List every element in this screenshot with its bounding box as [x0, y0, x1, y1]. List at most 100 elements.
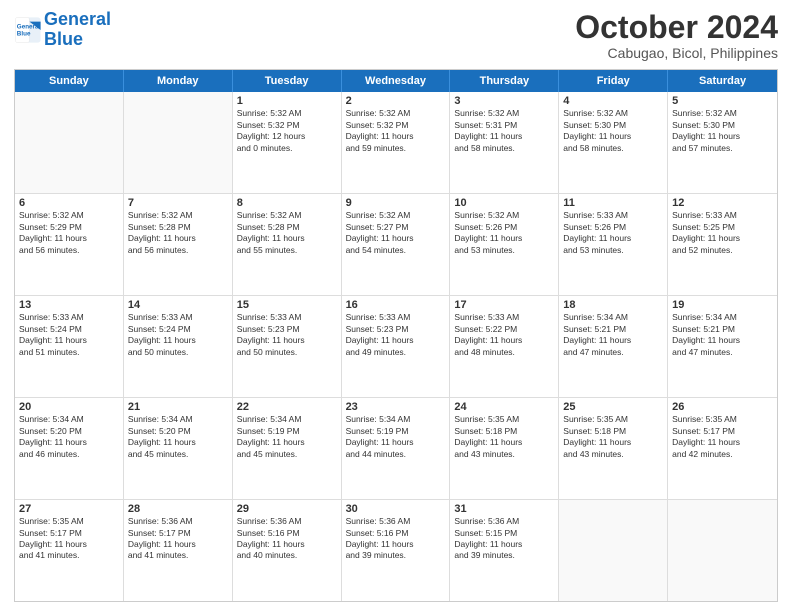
- cell-info-line: Sunrise: 5:32 AM: [454, 210, 554, 221]
- day-number: 24: [454, 401, 554, 413]
- cell-info: Sunrise: 5:33 AMSunset: 5:23 PMDaylight:…: [346, 312, 446, 358]
- day-number: 19: [672, 299, 773, 311]
- cell-info-line: Sunset: 5:29 PM: [19, 222, 119, 233]
- cell-info-line: and 51 minutes.: [19, 347, 119, 358]
- cell-info-line: and 43 minutes.: [454, 449, 554, 460]
- day-number: 27: [19, 503, 119, 515]
- cell-info-line: Daylight: 11 hours: [237, 539, 337, 550]
- calendar-cell: 20Sunrise: 5:34 AMSunset: 5:20 PMDayligh…: [15, 398, 124, 499]
- day-number: 22: [237, 401, 337, 413]
- cell-info-line: and 45 minutes.: [237, 449, 337, 460]
- cell-info-line: Sunset: 5:19 PM: [237, 426, 337, 437]
- cell-info-line: Daylight: 11 hours: [563, 233, 663, 244]
- cell-info: Sunrise: 5:34 AMSunset: 5:20 PMDaylight:…: [19, 414, 119, 460]
- cell-info-line: and 57 minutes.: [672, 143, 773, 154]
- calendar-cell: 3Sunrise: 5:32 AMSunset: 5:31 PMDaylight…: [450, 92, 559, 193]
- cell-info-line: Sunrise: 5:33 AM: [128, 312, 228, 323]
- calendar-cell: 7Sunrise: 5:32 AMSunset: 5:28 PMDaylight…: [124, 194, 233, 295]
- cell-info-line: Sunrise: 5:36 AM: [128, 516, 228, 527]
- cell-info-line: and 50 minutes.: [128, 347, 228, 358]
- day-number: 20: [19, 401, 119, 413]
- calendar-cell: [124, 92, 233, 193]
- header-day-thursday: Thursday: [450, 70, 559, 92]
- header-day-saturday: Saturday: [668, 70, 777, 92]
- cell-info: Sunrise: 5:36 AMSunset: 5:17 PMDaylight:…: [128, 516, 228, 562]
- cell-info-line: Daylight: 11 hours: [237, 335, 337, 346]
- day-number: 5: [672, 95, 773, 107]
- cell-info-line: Sunset: 5:24 PM: [19, 324, 119, 335]
- cell-info-line: Daylight: 11 hours: [454, 437, 554, 448]
- cell-info-line: and 39 minutes.: [454, 550, 554, 561]
- cell-info-line: Daylight: 11 hours: [563, 131, 663, 142]
- calendar-cell: 9Sunrise: 5:32 AMSunset: 5:27 PMDaylight…: [342, 194, 451, 295]
- cell-info: Sunrise: 5:35 AMSunset: 5:18 PMDaylight:…: [454, 414, 554, 460]
- cell-info-line: Sunrise: 5:32 AM: [237, 210, 337, 221]
- calendar-cell: [668, 500, 777, 601]
- day-number: 13: [19, 299, 119, 311]
- calendar-cell: 4Sunrise: 5:32 AMSunset: 5:30 PMDaylight…: [559, 92, 668, 193]
- calendar-cell: 24Sunrise: 5:35 AMSunset: 5:18 PMDayligh…: [450, 398, 559, 499]
- calendar-cell: 30Sunrise: 5:36 AMSunset: 5:16 PMDayligh…: [342, 500, 451, 601]
- calendar-cell: 22Sunrise: 5:34 AMSunset: 5:19 PMDayligh…: [233, 398, 342, 499]
- cell-info-line: Sunrise: 5:32 AM: [346, 108, 446, 119]
- cell-info-line: Sunrise: 5:35 AM: [454, 414, 554, 425]
- cell-info-line: Sunset: 5:18 PM: [454, 426, 554, 437]
- cell-info-line: Sunrise: 5:35 AM: [672, 414, 773, 425]
- cell-info-line: Daylight: 11 hours: [672, 233, 773, 244]
- day-number: 31: [454, 503, 554, 515]
- cell-info-line: Daylight: 11 hours: [128, 539, 228, 550]
- cell-info-line: Daylight: 11 hours: [19, 233, 119, 244]
- calendar-cell: 17Sunrise: 5:33 AMSunset: 5:22 PMDayligh…: [450, 296, 559, 397]
- cell-info: Sunrise: 5:32 AMSunset: 5:30 PMDaylight:…: [563, 108, 663, 154]
- cell-info-line: and 41 minutes.: [19, 550, 119, 561]
- cell-info-line: Sunset: 5:16 PM: [237, 528, 337, 539]
- cell-info-line: and 52 minutes.: [672, 245, 773, 256]
- cell-info: Sunrise: 5:34 AMSunset: 5:21 PMDaylight:…: [563, 312, 663, 358]
- cell-info-line: Sunrise: 5:34 AM: [19, 414, 119, 425]
- title-block: October 2024 Cabugao, Bicol, Philippines: [575, 10, 778, 61]
- calendar-cell: 18Sunrise: 5:34 AMSunset: 5:21 PMDayligh…: [559, 296, 668, 397]
- day-number: 8: [237, 197, 337, 209]
- cell-info: Sunrise: 5:34 AMSunset: 5:19 PMDaylight:…: [237, 414, 337, 460]
- header-day-sunday: Sunday: [15, 70, 124, 92]
- cell-info-line: Sunset: 5:28 PM: [237, 222, 337, 233]
- cell-info-line: Sunset: 5:21 PM: [672, 324, 773, 335]
- day-number: 7: [128, 197, 228, 209]
- cell-info: Sunrise: 5:32 AMSunset: 5:28 PMDaylight:…: [128, 210, 228, 256]
- cell-info-line: Sunset: 5:32 PM: [237, 120, 337, 131]
- cell-info-line: Daylight: 11 hours: [346, 539, 446, 550]
- header-day-tuesday: Tuesday: [233, 70, 342, 92]
- cell-info: Sunrise: 5:36 AMSunset: 5:15 PMDaylight:…: [454, 516, 554, 562]
- cell-info-line: and 42 minutes.: [672, 449, 773, 460]
- cell-info-line: Daylight: 11 hours: [454, 335, 554, 346]
- day-number: 29: [237, 503, 337, 515]
- cell-info: Sunrise: 5:32 AMSunset: 5:31 PMDaylight:…: [454, 108, 554, 154]
- cell-info-line: Sunset: 5:17 PM: [672, 426, 773, 437]
- cell-info-line: Daylight: 11 hours: [346, 233, 446, 244]
- cell-info-line: Sunrise: 5:33 AM: [237, 312, 337, 323]
- page: General Blue General Blue October 2024 C…: [0, 0, 792, 612]
- calendar-cell: 27Sunrise: 5:35 AMSunset: 5:17 PMDayligh…: [15, 500, 124, 601]
- calendar-cell: 14Sunrise: 5:33 AMSunset: 5:24 PMDayligh…: [124, 296, 233, 397]
- cell-info-line: Sunrise: 5:32 AM: [454, 108, 554, 119]
- cell-info-line: and 56 minutes.: [19, 245, 119, 256]
- cell-info-line: Daylight: 11 hours: [672, 437, 773, 448]
- cell-info-line: and 56 minutes.: [128, 245, 228, 256]
- cell-info-line: Sunset: 5:17 PM: [19, 528, 119, 539]
- calendar-row: 1Sunrise: 5:32 AMSunset: 5:32 PMDaylight…: [15, 92, 777, 193]
- calendar-row: 6Sunrise: 5:32 AMSunset: 5:29 PMDaylight…: [15, 193, 777, 295]
- svg-text:Blue: Blue: [17, 30, 31, 37]
- cell-info-line: Sunset: 5:23 PM: [346, 324, 446, 335]
- cell-info: Sunrise: 5:33 AMSunset: 5:23 PMDaylight:…: [237, 312, 337, 358]
- cell-info-line: Sunset: 5:15 PM: [454, 528, 554, 539]
- day-number: 3: [454, 95, 554, 107]
- header-day-monday: Monday: [124, 70, 233, 92]
- cell-info-line: Sunset: 5:16 PM: [346, 528, 446, 539]
- calendar-cell: 16Sunrise: 5:33 AMSunset: 5:23 PMDayligh…: [342, 296, 451, 397]
- cell-info: Sunrise: 5:33 AMSunset: 5:25 PMDaylight:…: [672, 210, 773, 256]
- cell-info-line: Sunrise: 5:36 AM: [346, 516, 446, 527]
- calendar-cell: 28Sunrise: 5:36 AMSunset: 5:17 PMDayligh…: [124, 500, 233, 601]
- calendar-cell: 6Sunrise: 5:32 AMSunset: 5:29 PMDaylight…: [15, 194, 124, 295]
- day-number: 4: [563, 95, 663, 107]
- cell-info-line: Sunrise: 5:33 AM: [19, 312, 119, 323]
